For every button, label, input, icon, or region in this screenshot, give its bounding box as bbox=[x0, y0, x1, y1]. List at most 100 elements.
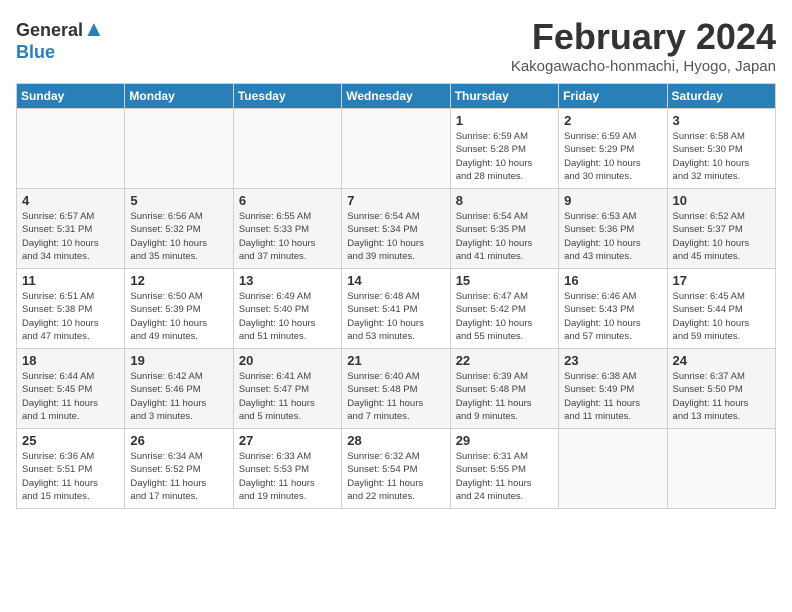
calendar-cell: 17 Sunrise: 6:45 AM Sunset: 5:44 PM Dayli… bbox=[667, 269, 775, 349]
day-info: Sunrise: 6:33 AM Sunset: 5:53 PM Dayligh… bbox=[239, 450, 336, 503]
logo: General▲ Blue bbox=[16, 16, 105, 63]
day-number: 20 bbox=[239, 353, 336, 368]
day-info: Sunrise: 6:41 AM Sunset: 5:47 PM Dayligh… bbox=[239, 370, 336, 423]
calendar-cell bbox=[233, 109, 341, 189]
day-info: Sunrise: 6:40 AM Sunset: 5:48 PM Dayligh… bbox=[347, 370, 444, 423]
weekday-header-sunday: Sunday bbox=[17, 84, 125, 109]
calendar-cell: 8 Sunrise: 6:54 AM Sunset: 5:35 PM Daylig… bbox=[450, 189, 558, 269]
day-info: Sunrise: 6:52 AM Sunset: 5:37 PM Dayligh… bbox=[673, 210, 770, 263]
day-info: Sunrise: 6:45 AM Sunset: 5:44 PM Dayligh… bbox=[673, 290, 770, 343]
calendar-cell: 21Sunrise: 6:40 AM Sunset: 5:48 PM Dayli… bbox=[342, 349, 450, 429]
calendar-cell: 3Sunrise: 6:58 AM Sunset: 5:30 PM Daylig… bbox=[667, 109, 775, 189]
day-number: 19 bbox=[130, 353, 227, 368]
day-number: 14 bbox=[347, 273, 444, 288]
calendar-cell: 5 Sunrise: 6:56 AM Sunset: 5:32 PM Daylig… bbox=[125, 189, 233, 269]
day-number: 23 bbox=[564, 353, 661, 368]
day-number: 13 bbox=[239, 273, 336, 288]
day-info: Sunrise: 6:57 AM Sunset: 5:31 PM Dayligh… bbox=[22, 210, 119, 263]
day-info: Sunrise: 6:38 AM Sunset: 5:49 PM Dayligh… bbox=[564, 370, 661, 423]
day-number: 5 bbox=[130, 193, 227, 208]
day-info: Sunrise: 6:51 AM Sunset: 5:38 PM Dayligh… bbox=[22, 290, 119, 343]
day-info: Sunrise: 6:42 AM Sunset: 5:46 PM Dayligh… bbox=[130, 370, 227, 423]
day-info: Sunrise: 6:55 AM Sunset: 5:33 PM Dayligh… bbox=[239, 210, 336, 263]
calendar-cell: 18 Sunrise: 6:44 AM Sunset: 5:45 PM Dayli… bbox=[17, 349, 125, 429]
calendar-cell bbox=[17, 109, 125, 189]
day-info: Sunrise: 6:56 AM Sunset: 5:32 PM Dayligh… bbox=[130, 210, 227, 263]
day-number: 4 bbox=[22, 193, 119, 208]
day-number: 24 bbox=[673, 353, 770, 368]
day-info: Sunrise: 6:59 AM Sunset: 5:28 PM Dayligh… bbox=[456, 130, 553, 183]
calendar-cell bbox=[342, 109, 450, 189]
weekday-header-thursday: Thursday bbox=[450, 84, 558, 109]
title-section: February 2024 Kakogawacho-honmachi, Hyog… bbox=[511, 16, 776, 75]
day-info: Sunrise: 6:31 AM Sunset: 5:55 PM Dayligh… bbox=[456, 450, 553, 503]
week-row-5: 25 Sunrise: 6:36 AM Sunset: 5:51 PM Dayli… bbox=[17, 429, 776, 509]
day-number: 15 bbox=[456, 273, 553, 288]
calendar-cell: 1 Sunrise: 6:59 AM Sunset: 5:28 PM Daylig… bbox=[450, 109, 558, 189]
logo-text-blue: Blue bbox=[16, 42, 55, 62]
day-number: 9 bbox=[564, 193, 661, 208]
day-info: Sunrise: 6:47 AM Sunset: 5:42 PM Dayligh… bbox=[456, 290, 553, 343]
day-info: Sunrise: 6:54 AM Sunset: 5:35 PM Dayligh… bbox=[456, 210, 553, 263]
calendar-cell: 22Sunrise: 6:39 AM Sunset: 5:48 PM Dayli… bbox=[450, 349, 558, 429]
calendar-cell: 16Sunrise: 6:46 AM Sunset: 5:43 PM Dayli… bbox=[559, 269, 667, 349]
calendar-cell: 20 Sunrise: 6:41 AM Sunset: 5:47 PM Dayli… bbox=[233, 349, 341, 429]
day-info: Sunrise: 6:53 AM Sunset: 5:36 PM Dayligh… bbox=[564, 210, 661, 263]
calendar-cell: 26 Sunrise: 6:34 AM Sunset: 5:52 PM Dayli… bbox=[125, 429, 233, 509]
day-info: Sunrise: 6:36 AM Sunset: 5:51 PM Dayligh… bbox=[22, 450, 119, 503]
calendar-cell bbox=[125, 109, 233, 189]
day-info: Sunrise: 6:54 AM Sunset: 5:34 PM Dayligh… bbox=[347, 210, 444, 263]
calendar-title: February 2024 bbox=[511, 16, 776, 58]
day-number: 11 bbox=[22, 273, 119, 288]
day-number: 28 bbox=[347, 433, 444, 448]
calendar-cell: 2 Sunrise: 6:59 AM Sunset: 5:29 PM Daylig… bbox=[559, 109, 667, 189]
day-number: 8 bbox=[456, 193, 553, 208]
calendar-cell: 14Sunrise: 6:48 AM Sunset: 5:41 PM Dayli… bbox=[342, 269, 450, 349]
weekday-header-monday: Monday bbox=[125, 84, 233, 109]
day-number: 10 bbox=[673, 193, 770, 208]
calendar-cell: 25 Sunrise: 6:36 AM Sunset: 5:51 PM Dayli… bbox=[17, 429, 125, 509]
day-number: 25 bbox=[22, 433, 119, 448]
day-number: 17 bbox=[673, 273, 770, 288]
day-info: Sunrise: 6:44 AM Sunset: 5:45 PM Dayligh… bbox=[22, 370, 119, 423]
page-header: General▲ Blue February 2024 Kakogawacho-… bbox=[16, 16, 776, 75]
week-row-4: 18 Sunrise: 6:44 AM Sunset: 5:45 PM Dayli… bbox=[17, 349, 776, 429]
day-info: Sunrise: 6:50 AM Sunset: 5:39 PM Dayligh… bbox=[130, 290, 227, 343]
weekday-header-row: SundayMondayTuesdayWednesdayThursdayFrid… bbox=[17, 84, 776, 109]
calendar-cell: 27 Sunrise: 6:33 AM Sunset: 5:53 PM Dayli… bbox=[233, 429, 341, 509]
day-number: 22 bbox=[456, 353, 553, 368]
day-info: Sunrise: 6:34 AM Sunset: 5:52 PM Dayligh… bbox=[130, 450, 227, 503]
calendar-cell: 7Sunrise: 6:54 AM Sunset: 5:34 PM Daylig… bbox=[342, 189, 450, 269]
calendar-table: SundayMondayTuesdayWednesdayThursdayFrid… bbox=[16, 83, 776, 509]
weekday-header-saturday: Saturday bbox=[667, 84, 775, 109]
calendar-cell: 9 Sunrise: 6:53 AM Sunset: 5:36 PM Daylig… bbox=[559, 189, 667, 269]
calendar-cell bbox=[559, 429, 667, 509]
day-number: 2 bbox=[564, 113, 661, 128]
calendar-cell: 15 Sunrise: 6:47 AM Sunset: 5:42 PM Dayli… bbox=[450, 269, 558, 349]
calendar-cell: 29Sunrise: 6:31 AM Sunset: 5:55 PM Dayli… bbox=[450, 429, 558, 509]
day-info: Sunrise: 6:59 AM Sunset: 5:29 PM Dayligh… bbox=[564, 130, 661, 183]
calendar-cell: 12 Sunrise: 6:50 AM Sunset: 5:39 PM Dayli… bbox=[125, 269, 233, 349]
day-number: 18 bbox=[22, 353, 119, 368]
calendar-cell bbox=[667, 429, 775, 509]
day-info: Sunrise: 6:58 AM Sunset: 5:30 PM Dayligh… bbox=[673, 130, 770, 183]
week-row-1: 1 Sunrise: 6:59 AM Sunset: 5:28 PM Daylig… bbox=[17, 109, 776, 189]
week-row-2: 4 Sunrise: 6:57 AM Sunset: 5:31 PM Daylig… bbox=[17, 189, 776, 269]
logo-bird-icon: ▲ bbox=[83, 16, 105, 41]
day-number: 26 bbox=[130, 433, 227, 448]
weekday-header-friday: Friday bbox=[559, 84, 667, 109]
day-info: Sunrise: 6:46 AM Sunset: 5:43 PM Dayligh… bbox=[564, 290, 661, 343]
day-number: 1 bbox=[456, 113, 553, 128]
calendar-cell: 28 Sunrise: 6:32 AM Sunset: 5:54 PM Dayli… bbox=[342, 429, 450, 509]
day-number: 6 bbox=[239, 193, 336, 208]
weekday-header-tuesday: Tuesday bbox=[233, 84, 341, 109]
calendar-subtitle: Kakogawacho-honmachi, Hyogo, Japan bbox=[511, 58, 776, 75]
weekday-header-wednesday: Wednesday bbox=[342, 84, 450, 109]
day-number: 27 bbox=[239, 433, 336, 448]
calendar-cell: 10 Sunrise: 6:52 AM Sunset: 5:37 PM Dayli… bbox=[667, 189, 775, 269]
calendar-cell: 11 Sunrise: 6:51 AM Sunset: 5:38 PM Dayli… bbox=[17, 269, 125, 349]
calendar-cell: 24Sunrise: 6:37 AM Sunset: 5:50 PM Dayli… bbox=[667, 349, 775, 429]
calendar-cell: 19 Sunrise: 6:42 AM Sunset: 5:46 PM Dayli… bbox=[125, 349, 233, 429]
day-info: Sunrise: 6:32 AM Sunset: 5:54 PM Dayligh… bbox=[347, 450, 444, 503]
day-number: 12 bbox=[130, 273, 227, 288]
